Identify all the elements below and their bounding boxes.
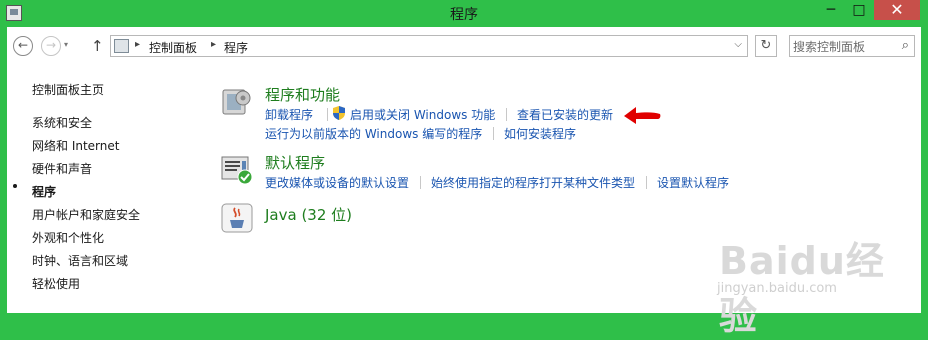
link-set-default-programs[interactable]: 设置默认程序 xyxy=(657,174,729,191)
recent-locations-dropdown[interactable]: ▾ xyxy=(64,40,68,49)
sidebar-item-clock-language[interactable]: 时钟、语言和区域 xyxy=(32,252,128,269)
category-title-java[interactable]: Java (32 位) xyxy=(265,204,352,225)
link-view-installed-updates[interactable]: 查看已安装的更新 xyxy=(517,106,613,123)
link-uninstall-program[interactable]: 卸载程序 xyxy=(265,106,313,123)
java-icon[interactable] xyxy=(221,203,253,233)
back-button[interactable]: ← xyxy=(13,36,33,56)
link-change-media-defaults[interactable]: 更改媒体或设备的默认设置 xyxy=(265,174,409,191)
maximize-button[interactable]: □ xyxy=(846,0,872,20)
link-program-compatibility[interactable]: 运行为以前版本的 Windows 编写的程序 xyxy=(265,125,482,142)
link-divider xyxy=(506,108,507,121)
programs-features-icon[interactable] xyxy=(221,86,253,116)
close-button[interactable]: ✕ xyxy=(874,0,920,20)
link-file-type-association[interactable]: 始终使用指定的程序打开某种文件类型 xyxy=(431,174,635,191)
chevron-down-icon[interactable]: ⌵ xyxy=(734,39,742,50)
address-bar[interactable]: ▸ 控制面板 ▸ 程序 ⌵ xyxy=(110,35,748,57)
refresh-button[interactable]: ↻ xyxy=(755,35,777,57)
search-icon[interactable]: ⌕ xyxy=(902,38,909,53)
baidu-watermark: Baidu经验 jingyan.baidu.com xyxy=(707,215,917,338)
control-panel-icon xyxy=(114,39,129,53)
window-content: ← → ▾ ↑ ▸ 控制面板 ▸ 程序 ⌵ ↻ ⌕ 控制面板主页 系统和安全 网… xyxy=(7,27,921,338)
link-windows-features[interactable]: 启用或关闭 Windows 功能 xyxy=(350,106,495,123)
category-title-default-programs[interactable]: 默认程序 xyxy=(265,152,325,173)
link-how-to-install[interactable]: 如何安装程序 xyxy=(504,125,576,142)
forward-button[interactable]: → xyxy=(41,36,61,56)
link-divider xyxy=(493,127,494,140)
chevron-right-icon[interactable]: ▸ xyxy=(211,39,216,50)
sidebar-item-hardware-sound[interactable]: 硬件和声音 xyxy=(32,160,92,177)
sidebar-item-programs[interactable]: 程序 xyxy=(32,183,56,200)
default-programs-icon[interactable] xyxy=(221,155,253,185)
category-title-programs-features[interactable]: 程序和功能 xyxy=(265,84,340,105)
sidebar-item-system-security[interactable]: 系统和安全 xyxy=(32,114,92,131)
uac-shield-icon xyxy=(333,106,345,120)
sidebar-item-network-internet[interactable]: 网络和 Internet xyxy=(32,137,119,154)
current-item-bullet xyxy=(13,184,17,188)
sidebar-item-ease-of-access[interactable]: 轻松使用 xyxy=(32,275,80,292)
breadcrumb-control-panel[interactable]: 控制面板 xyxy=(149,39,197,56)
link-divider xyxy=(420,176,421,189)
red-arrow-annotation xyxy=(624,107,661,124)
up-button[interactable]: ↑ xyxy=(91,37,104,55)
sidebar-item-appearance[interactable]: 外观和个性化 xyxy=(32,229,104,246)
search-box[interactable]: ⌕ xyxy=(789,35,915,57)
title-bar: 程序 ─ □ ✕ xyxy=(0,0,928,27)
breadcrumb-programs[interactable]: 程序 xyxy=(224,39,248,56)
link-divider xyxy=(327,108,328,121)
sidebar-item-control-panel-home[interactable]: 控制面板主页 xyxy=(32,81,104,98)
watermark-url: jingyan.baidu.com xyxy=(717,281,837,296)
minimize-button[interactable]: ─ xyxy=(818,0,844,20)
chevron-right-icon[interactable]: ▸ xyxy=(135,39,140,50)
sidebar-item-user-accounts[interactable]: 用户帐户和家庭安全 xyxy=(32,206,140,223)
search-input[interactable] xyxy=(793,38,893,56)
window-title: 程序 xyxy=(450,7,478,23)
link-divider xyxy=(646,176,647,189)
